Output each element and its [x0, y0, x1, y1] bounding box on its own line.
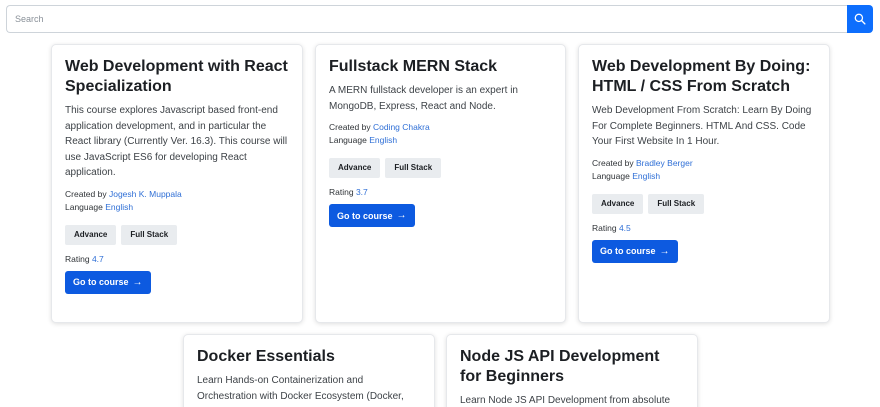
tag-list: Advance Full Stack — [592, 193, 817, 214]
tag-badge: Advance — [592, 193, 644, 214]
course-title: Web Development By Doing: HTML / CSS Fro… — [592, 58, 811, 95]
rating-label: Rating — [65, 253, 90, 264]
search-icon — [854, 13, 866, 25]
go-to-course-button[interactable]: Go to course → — [592, 239, 678, 263]
search-button[interactable] — [847, 5, 873, 33]
created-by-label: Created by — [592, 157, 634, 168]
language-label: Language — [592, 170, 630, 181]
arrow-right-icon: → — [659, 245, 670, 257]
course-title: Web Development with React Specializatio… — [65, 58, 288, 95]
language-label: Language — [329, 135, 367, 146]
course-description: Learn Node JS API Development from absol… — [460, 395, 671, 406]
go-to-course-label: Go to course — [73, 277, 129, 288]
author-link[interactable]: Jogesh K. Muppala — [109, 189, 182, 199]
course-title: Node JS API Development for Beginners — [460, 348, 660, 385]
course-rating: Rating 3.7 — [329, 187, 553, 197]
course-language-line: Language English — [329, 134, 553, 147]
created-by-label: Created by — [329, 122, 371, 133]
course-card: Docker Essentials Learn Hands-on Contain… — [183, 334, 435, 407]
tag-list: Advance Full Stack — [329, 158, 553, 179]
course-language-line: Language English — [592, 170, 817, 183]
go-to-course-label: Go to course — [337, 210, 393, 221]
course-title: Fullstack MERN Stack — [329, 58, 498, 75]
tag-badge: Full Stack — [385, 158, 442, 179]
go-to-course-button[interactable]: Go to course → — [65, 270, 151, 294]
rating-value: 4.7 — [91, 253, 104, 264]
author-link[interactable]: Bradley Berger — [636, 158, 693, 168]
rating-label: Rating — [329, 187, 354, 198]
course-card: Node JS API Development for Beginners Le… — [446, 334, 698, 407]
course-description: A MERN fullstack developer is an expert … — [329, 85, 518, 112]
course-title: Docker Essentials — [197, 348, 335, 365]
author-link[interactable]: Coding Chakra — [373, 122, 430, 132]
course-author-line: Created by Coding Chakra — [329, 121, 553, 134]
tag-badge: Full Stack — [648, 193, 705, 214]
rating-value: 3.7 — [355, 187, 368, 198]
go-to-course-button[interactable]: Go to course → — [329, 204, 415, 228]
course-description: Web Development From Scratch: Learn By D… — [592, 105, 812, 148]
course-card: Web Development with React Specializatio… — [51, 44, 303, 323]
tag-badge: Full Stack — [121, 224, 178, 245]
language-label: Language — [65, 201, 103, 212]
course-author-line: Created by Bradley Berger — [592, 157, 817, 170]
created-by-label: Created by — [65, 188, 107, 199]
course-description: This course explores Javascript based fr… — [65, 105, 288, 179]
course-rating: Rating 4.5 — [592, 223, 817, 233]
course-rating: Rating 4.7 — [65, 254, 290, 264]
course-card: Web Development By Doing: HTML / CSS Fro… — [578, 44, 830, 323]
arrow-right-icon: → — [396, 210, 407, 222]
tag-badge: Advance — [65, 224, 117, 245]
language-link[interactable]: English — [105, 202, 133, 212]
course-language-line: Language English — [65, 201, 290, 214]
course-card: Fullstack MERN Stack A MERN fullstack de… — [315, 44, 566, 323]
search-bar — [6, 5, 873, 33]
search-input[interactable] — [6, 5, 847, 33]
tag-badge: Advance — [329, 158, 381, 179]
rating-label: Rating — [592, 222, 617, 233]
rating-value: 4.5 — [618, 222, 631, 233]
language-link[interactable]: English — [369, 135, 397, 145]
go-to-course-label: Go to course — [600, 246, 656, 257]
tag-list: Advance Full Stack — [65, 224, 290, 245]
course-author-line: Created by Jogesh K. Muppala — [65, 188, 290, 201]
language-link[interactable]: English — [632, 171, 660, 181]
course-description: Learn Hands-on Containerization and Orch… — [197, 375, 404, 402]
arrow-right-icon: → — [132, 276, 143, 288]
